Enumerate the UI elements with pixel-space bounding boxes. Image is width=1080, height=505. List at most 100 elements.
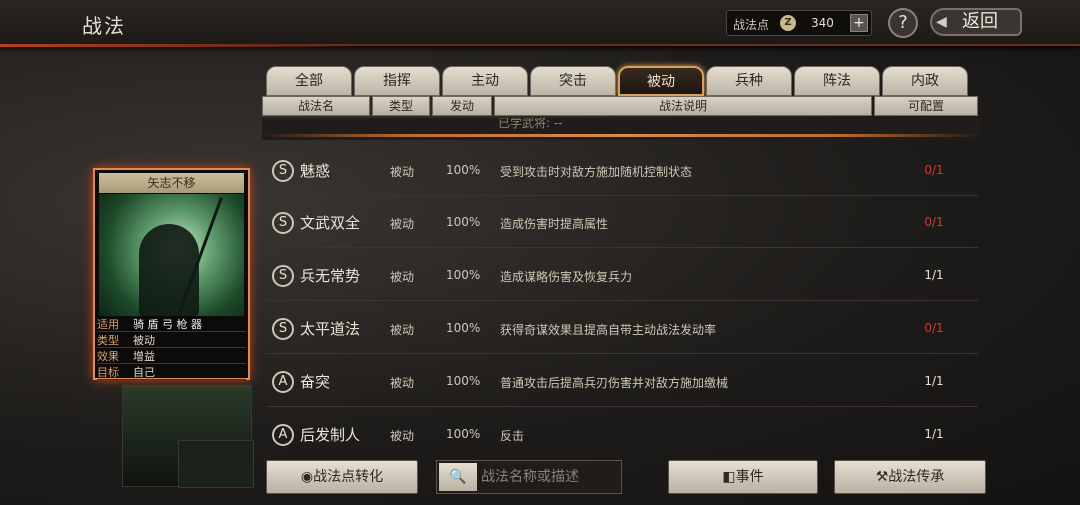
tactic-points: 战法点 Z 340 + bbox=[726, 10, 872, 36]
column-headers: 战法名 类型 发动 战法说明 可配置 bbox=[262, 96, 980, 116]
category-tabs: 全部 指挥 主动 突击 被动 兵种 阵法 内政 bbox=[266, 66, 970, 96]
table-row[interactable]: A 后发制人 被动 100% 反击 1/1 bbox=[266, 410, 978, 451]
back-label: 返回 bbox=[962, 11, 998, 32]
event-button[interactable]: ◧事件 bbox=[668, 460, 818, 494]
tactic-desc: 受到攻击时对敌方施加随机控制状态 bbox=[500, 165, 693, 179]
general-silhouette bbox=[139, 224, 199, 316]
search-input[interactable] bbox=[481, 465, 617, 489]
search-bar: 🔍 bbox=[436, 460, 622, 494]
convert-label: 战法点转化 bbox=[313, 469, 384, 485]
tactic-name: 文武双全 bbox=[300, 214, 361, 232]
convert-points-button[interactable]: ◉战法点转化 bbox=[266, 460, 418, 494]
card-stack-back-2 bbox=[178, 440, 254, 488]
tactic-config: 1/1 bbox=[924, 374, 944, 388]
learned-generals: 已学武将: -- bbox=[498, 118, 563, 130]
tactic-config: 0/1 bbox=[924, 321, 944, 335]
tactic-type: 被动 bbox=[390, 376, 415, 390]
help-button[interactable]: ? bbox=[888, 8, 918, 38]
tab-all[interactable]: 全部 bbox=[266, 66, 352, 96]
tactic-config: 0/1 bbox=[924, 163, 944, 177]
tactic-rate: 100% bbox=[446, 374, 481, 388]
coin-icon: Z bbox=[780, 15, 796, 31]
table-row[interactable]: S 太平道法 被动 100% 获得奇谋效果且提高自带主动战法发动率 0/1 bbox=[266, 304, 978, 354]
tactic-desc: 反击 bbox=[500, 429, 525, 443]
rank-badge: S bbox=[272, 318, 294, 340]
col-type[interactable]: 类型 bbox=[372, 96, 430, 116]
rank-badge: A bbox=[272, 371, 294, 393]
points-value: 340 bbox=[811, 16, 834, 30]
inherit-label: 战法传承 bbox=[888, 469, 945, 485]
top-bar: 战法 bbox=[0, 0, 1080, 46]
tactic-type: 被动 bbox=[390, 165, 415, 179]
search-icon[interactable]: 🔍 bbox=[439, 463, 477, 491]
tab-internal[interactable]: 内政 bbox=[882, 66, 968, 96]
tab-troop[interactable]: 兵种 bbox=[706, 66, 792, 96]
tactic-rate: 100% bbox=[446, 163, 481, 177]
rank-badge: S bbox=[272, 212, 294, 234]
tactic-type: 被动 bbox=[390, 429, 415, 443]
tactic-name: 后发制人 bbox=[300, 426, 361, 444]
tactic-name: 奋突 bbox=[300, 373, 331, 391]
rank-badge: S bbox=[272, 265, 294, 287]
tactic-desc: 造成伤害时提高属性 bbox=[500, 217, 609, 231]
tactic-card[interactable]: 矢志不移 适用 骑 盾 弓 枪 器 类型 被动 效果 增益 目标 自己 bbox=[93, 168, 250, 380]
rank-badge: A bbox=[272, 424, 294, 446]
info-key: 效果 bbox=[97, 350, 119, 363]
tactic-rate: 100% bbox=[446, 268, 481, 282]
tactic-type: 被动 bbox=[390, 323, 415, 337]
list-separator bbox=[262, 134, 980, 137]
back-button[interactable]: ◀ 返回 bbox=[930, 8, 1022, 36]
col-desc: 战法说明 bbox=[494, 96, 872, 116]
event-icon: ◧ bbox=[722, 469, 736, 485]
tactic-rate: 100% bbox=[446, 427, 481, 441]
tactic-config: 0/1 bbox=[924, 215, 944, 229]
col-trigger[interactable]: 发动 bbox=[432, 96, 492, 116]
card-info-row: 目标 自己 bbox=[97, 364, 246, 380]
title-underline bbox=[0, 44, 360, 47]
tab-command[interactable]: 指挥 bbox=[354, 66, 440, 96]
tab-formation[interactable]: 阵法 bbox=[794, 66, 880, 96]
tactic-rate: 100% bbox=[446, 215, 481, 229]
tactic-name: 魅惑 bbox=[300, 162, 331, 180]
info-key: 适用 bbox=[97, 318, 119, 331]
tactic-name: 太平道法 bbox=[300, 320, 361, 338]
tab-assault[interactable]: 突击 bbox=[530, 66, 616, 96]
troop-type-icons: 骑 盾 弓 枪 器 bbox=[133, 318, 202, 331]
event-label: 事件 bbox=[735, 469, 764, 485]
add-points-button[interactable]: + bbox=[850, 14, 868, 32]
tactic-list[interactable]: 已学武将: -- S 魅惑 被动 100% 受到攻击时对敌方施加随机控制状态 0… bbox=[262, 118, 980, 451]
tactic-desc: 获得奇谋效果且提高自带主动战法发动率 bbox=[500, 323, 717, 337]
tactic-config: 1/1 bbox=[924, 427, 944, 441]
card-info-row: 类型 被动 bbox=[97, 332, 246, 348]
tactic-name: 兵无常势 bbox=[300, 267, 361, 285]
info-key: 目标 bbox=[97, 366, 119, 379]
tab-passive[interactable]: 被动 bbox=[618, 66, 704, 96]
info-value: 增益 bbox=[133, 350, 155, 363]
back-arrow-icon: ◀ bbox=[936, 14, 947, 30]
tactic-rate: 100% bbox=[446, 321, 481, 335]
info-value: 自己 bbox=[133, 366, 155, 379]
info-key: 类型 bbox=[97, 334, 119, 347]
table-row[interactable]: S 文武双全 被动 100% 造成伤害时提高属性 0/1 bbox=[266, 198, 978, 248]
card-info: 适用 骑 盾 弓 枪 器 类型 被动 效果 增益 目标 自己 bbox=[97, 316, 246, 380]
table-row[interactable]: A 奋突 被动 100% 普通攻击后提高兵刃伤害并对敌方施加缴械 1/1 bbox=[266, 357, 978, 407]
drop-icon: ◉ bbox=[300, 469, 314, 485]
tactic-desc: 普通攻击后提高兵刃伤害并对敌方施加缴械 bbox=[500, 376, 729, 390]
inherit-tactic-button[interactable]: ⚒战法传承 bbox=[834, 460, 986, 494]
tactic-type: 被动 bbox=[390, 217, 415, 231]
tactic-config: 1/1 bbox=[924, 268, 944, 282]
col-name[interactable]: 战法名 bbox=[262, 96, 370, 116]
tactic-type: 被动 bbox=[390, 270, 415, 284]
table-row[interactable]: S 魅惑 被动 100% 受到攻击时对敌方施加随机控制状态 0/1 bbox=[266, 146, 978, 196]
points-label: 战法点 bbox=[733, 18, 770, 32]
tactic-desc: 造成谋略伤害及恢复兵力 bbox=[500, 270, 633, 284]
card-title: 矢志不移 bbox=[99, 173, 244, 193]
col-config[interactable]: 可配置 bbox=[874, 96, 978, 116]
info-value: 被动 bbox=[133, 334, 155, 347]
card-info-row: 效果 增益 bbox=[97, 348, 246, 364]
page-title: 战法 bbox=[82, 14, 126, 38]
table-row[interactable]: S 兵无常势 被动 100% 造成谋略伤害及恢复兵力 1/1 bbox=[266, 251, 978, 301]
card-art bbox=[99, 194, 244, 316]
hammer-icon: ⚒ bbox=[875, 469, 889, 485]
tab-active[interactable]: 主动 bbox=[442, 66, 528, 96]
